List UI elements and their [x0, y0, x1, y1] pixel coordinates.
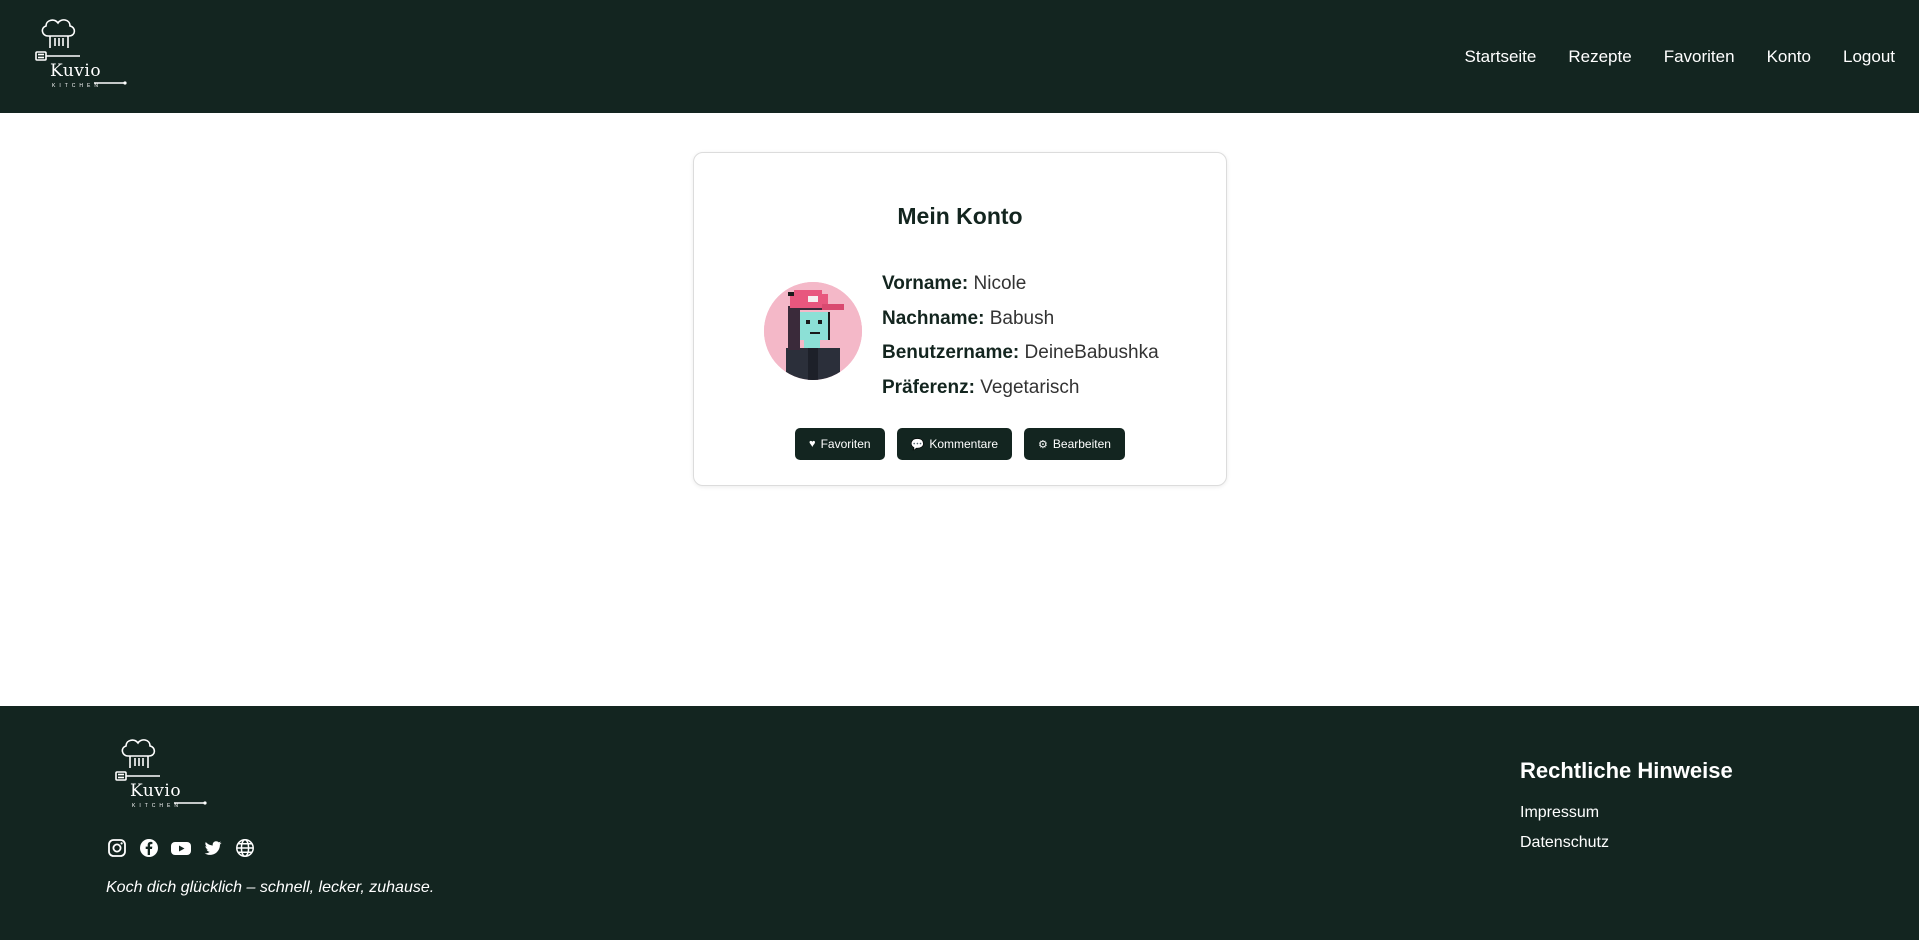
field-nachname: Nachname: Babush [882, 302, 1159, 337]
nav-favoriten[interactable]: Favoriten [1664, 47, 1735, 67]
speech-bubble-icon: 💬 [910, 438, 925, 451]
field-benutzername: Benutzername: DeineBabushka [882, 336, 1159, 371]
button-label: Favoriten [820, 437, 871, 451]
field-vorname: Vorname: Nicole [882, 267, 1159, 302]
logo-wordmark: Kuvio [130, 781, 182, 801]
page-title: Mein Konto [897, 203, 1023, 229]
pixel-avatar-icon [764, 282, 862, 380]
field-value: Nicole [973, 273, 1027, 294]
favoriten-button[interactable]: ♥ Favoriten [795, 428, 885, 460]
nav-startseite[interactable]: Startseite [1465, 47, 1537, 67]
button-label: Bearbeiten [1052, 437, 1111, 451]
instagram-icon[interactable] [106, 837, 128, 859]
datenschutz-link[interactable]: Datenschutz [1520, 834, 1733, 852]
impressum-link[interactable]: Impressum [1520, 804, 1733, 822]
nav-konto[interactable]: Konto [1767, 47, 1811, 67]
nav-logout[interactable]: Logout [1843, 47, 1895, 67]
legal-title: Rechtliche Hinweise [1520, 758, 1733, 783]
field-label: Benutzername: [882, 342, 1020, 363]
heart-icon: ♥ [809, 438, 816, 450]
field-value: DeineBabushka [1024, 342, 1159, 363]
field-label: Präferenz: [882, 376, 975, 398]
social-links [106, 837, 256, 859]
avatar [764, 282, 862, 380]
gear-icon: ⚙ [1038, 438, 1048, 451]
site-logo[interactable]: Kuvio KITCHEN [34, 18, 130, 89]
button-label: Kommentare [929, 437, 999, 451]
account-info: Vorname: Nicole Nachname: Babush Benutze… [882, 267, 1159, 405]
field-praeferenz: Präferenz: Vegetarisch [882, 371, 1159, 406]
field-label: Vorname: [882, 273, 969, 294]
footer-tagline: Koch dich glücklich – schnell, lecker, z… [106, 879, 435, 896]
main-nav: Startseite Rezepte Favoriten Konto Logou… [1433, 0, 1919, 113]
field-value: Babush [989, 307, 1055, 329]
logo-subtitle: KITCHEN [52, 83, 102, 89]
facebook-icon[interactable] [138, 837, 160, 859]
field-value: Vegetarisch [980, 376, 1080, 398]
account-actions: ♥ Favoriten 💬 Kommentare ⚙ Bearbeiten [694, 428, 1226, 460]
field-label: Nachname: [882, 307, 985, 329]
twitter-icon[interactable] [202, 837, 224, 859]
site-footer: Kuvio KITCHEN Koch dich glücklich – schn… [0, 706, 1919, 940]
kommentare-button[interactable]: 💬 Kommentare [896, 428, 1013, 460]
youtube-icon[interactable] [170, 837, 192, 859]
logo-subtitle: KITCHEN [132, 803, 182, 809]
account-card: Mein Konto Vorname: Nicole Nachname: Bab… [693, 152, 1227, 486]
globe-icon[interactable] [234, 837, 256, 859]
site-header: Kuvio KITCHEN Startseite Rezepte Favorit… [0, 0, 1919, 113]
nav-rezepte[interactable]: Rezepte [1568, 47, 1631, 67]
legal-section: Rechtliche Hinweise Impressum Datenschut… [1520, 758, 1733, 864]
footer-logo[interactable]: Kuvio KITCHEN [114, 738, 210, 809]
bearbeiten-button[interactable]: ⚙ Bearbeiten [1024, 428, 1125, 460]
logo-wordmark: Kuvio [50, 61, 102, 81]
